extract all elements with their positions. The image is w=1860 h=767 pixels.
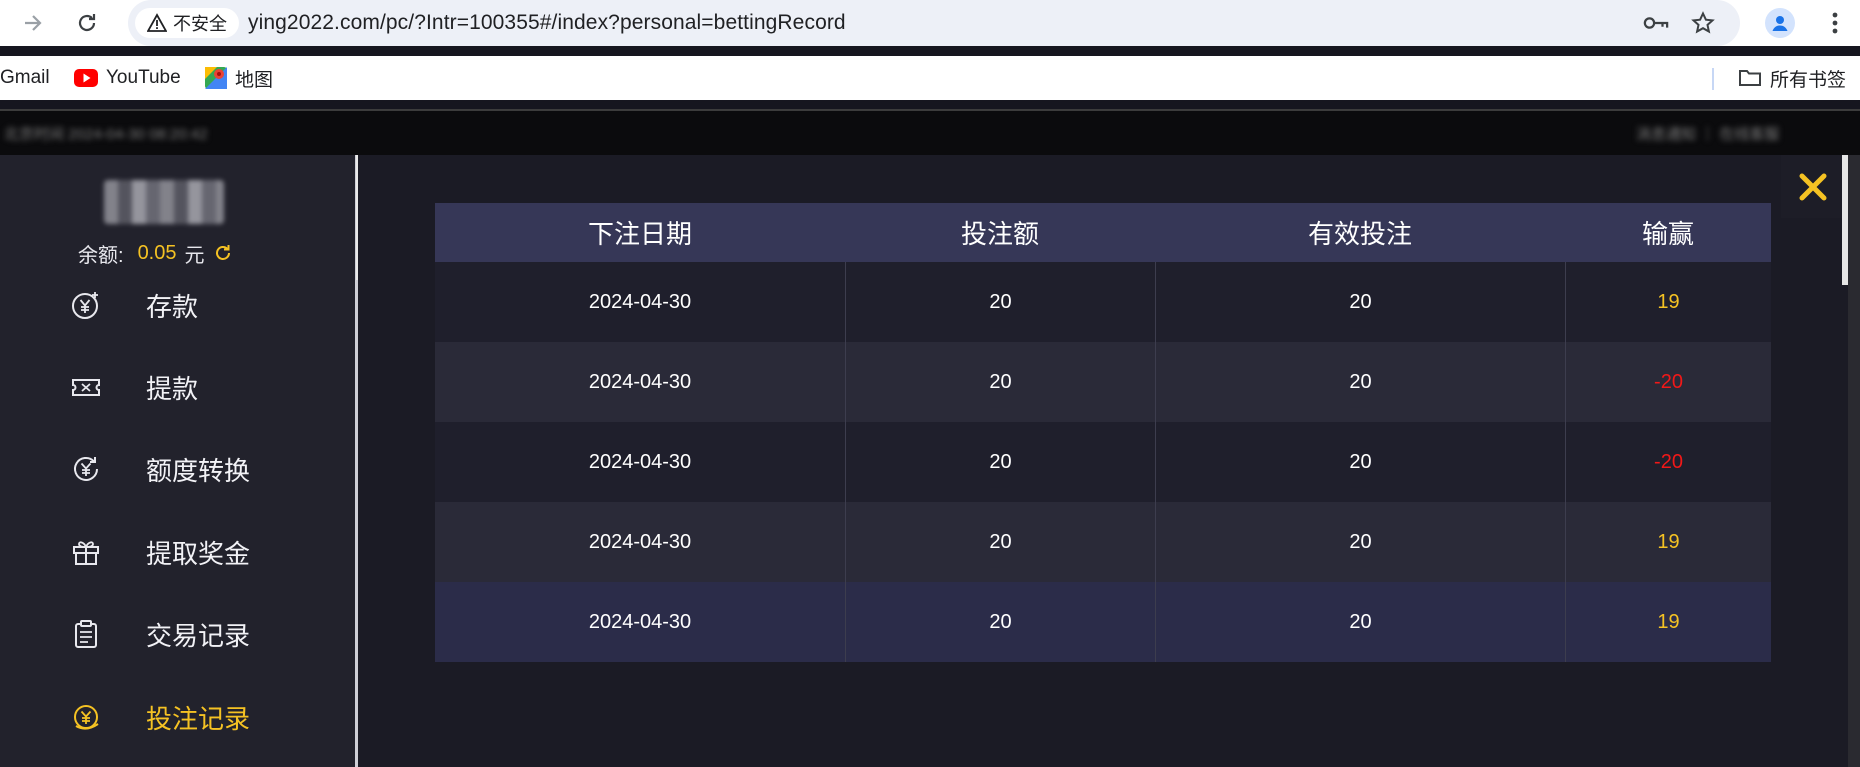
sidebar-item-label: 交易记录 — [146, 620, 251, 651]
maps-icon — [205, 67, 227, 89]
browser-toolbar: 不安全 ying2022.com/pc/?Intr=100355#/index?… — [0, 0, 1860, 46]
cell-valid: 20 — [1155, 342, 1565, 422]
cell-result: 19 — [1565, 262, 1771, 342]
cell-date: 2024-04-30 — [588, 450, 692, 473]
person-icon — [1772, 16, 1788, 31]
cell-stake: 20 — [845, 262, 1155, 342]
bookmarks-bar: Gmail YouTube 地图 所有书签 — [0, 56, 1860, 100]
column-header-result: 输赢 — [1641, 219, 1694, 249]
column-header-date: 下注日期 — [587, 219, 692, 249]
reload-button[interactable] — [72, 8, 102, 38]
cell-date: 2024-04-30 — [588, 370, 692, 393]
address-bar[interactable]: 不安全 ying2022.com/pc/?Intr=100355#/index?… — [128, 0, 1740, 46]
sidebar-item-transactions[interactable]: 交易记录 — [68, 611, 338, 657]
cell-date: 2024-04-30 — [588, 530, 692, 553]
table-row: 2024-04-30 20 20 -20 — [435, 422, 1771, 502]
bookmark-label: Gmail — [0, 67, 50, 88]
sidebar-item-label: 提取奖金 — [146, 538, 251, 569]
yen-coin-plus-icon — [68, 287, 104, 323]
more-vertical-icon — [1832, 12, 1838, 34]
balance-value: 0.05 — [137, 241, 177, 264]
warning-triangle-icon — [147, 13, 167, 32]
browser-menu-button[interactable] — [1822, 8, 1848, 38]
key-icon — [1643, 17, 1669, 29]
bookmark-star-button[interactable] — [1690, 10, 1716, 36]
cell-date: 2024-04-30 — [588, 610, 692, 633]
sidebar-item-deposit[interactable]: 存款 — [68, 282, 338, 328]
security-chip[interactable]: 不安全 — [135, 8, 239, 38]
bookmark-label: 地图 — [235, 69, 274, 91]
sidebar-item-transfer[interactable]: 额度转换 — [68, 446, 338, 492]
cell-result: -20 — [1565, 342, 1771, 422]
cell-valid: 20 — [1155, 502, 1565, 582]
folder-icon — [1739, 70, 1761, 86]
bookmarks-separator — [1712, 68, 1714, 90]
all-bookmarks-button[interactable]: 所有书签 — [1738, 62, 1846, 94]
cell-result: 19 — [1565, 502, 1771, 582]
sidebar-item-withdraw[interactable]: 提款 — [68, 364, 338, 410]
betting-record-icon — [68, 699, 104, 735]
sidebar-item-bonus[interactable]: 提取奖金 — [68, 529, 338, 575]
password-key-button[interactable] — [1643, 10, 1669, 36]
cell-stake: 20 — [845, 582, 1155, 662]
gift-icon — [68, 534, 104, 570]
column-header-valid: 有效投注 — [1307, 219, 1412, 249]
sidebar-item-label: 提款 — [146, 373, 199, 404]
close-icon — [1799, 173, 1826, 200]
youtube-icon — [74, 69, 98, 87]
cell-date: 2024-04-30 — [588, 290, 692, 313]
header-links-text: 消息通知 ｜ 在线客服 — [1636, 126, 1780, 143]
profile-avatar[interactable] — [1765, 8, 1795, 38]
sidebar-item-label: 存款 — [146, 291, 199, 322]
bookmark-gmail[interactable]: Gmail — [0, 62, 50, 94]
yen-exchange-icon — [68, 451, 104, 487]
balance-label: 余额: — [78, 244, 124, 267]
cell-stake: 20 — [845, 342, 1155, 422]
sidebar-item-label: 额度转换 — [146, 455, 251, 486]
table-row: 2024-04-30 20 20 -20 — [435, 342, 1771, 422]
bookmark-label: YouTube — [106, 67, 181, 88]
reload-icon — [78, 14, 96, 32]
username-blurred — [104, 180, 224, 224]
cell-result: -20 — [1565, 422, 1771, 502]
balance-row: 余额: 0.05 元 — [78, 240, 233, 267]
column-header-stake: 投注额 — [960, 219, 1039, 249]
header-time-text: 北京时间 2024-04-30 08:20:42 — [4, 126, 208, 143]
cell-stake: 20 — [845, 422, 1155, 502]
table-header: 下注日期 投注额 有效投注 输赢 — [435, 203, 1771, 262]
sidebar-item-betting-record[interactable]: 投注记录 — [68, 694, 338, 740]
betting-record-table: 下注日期 投注额 有效投注 输赢 2024-04-30 20 20 19 202… — [435, 203, 1771, 662]
url-text[interactable]: ying2022.com/pc/?Intr=100355#/index?pers… — [248, 0, 846, 46]
table-row: 2024-04-30 20 20 19 — [435, 582, 1771, 662]
refresh-balance-button[interactable] — [213, 243, 233, 263]
bookmark-maps[interactable]: 地图 — [205, 62, 273, 94]
site-header-strip: 北京时间 2024-04-30 08:20:42 消息通知 ｜ 在线客服 — [0, 111, 1860, 155]
ticket-icon — [68, 369, 104, 405]
cell-valid: 20 — [1155, 422, 1565, 502]
table-row: 2024-04-30 20 20 19 — [435, 262, 1771, 342]
cell-valid: 20 — [1155, 262, 1565, 342]
refresh-icon — [215, 245, 230, 260]
forward-button[interactable] — [18, 8, 48, 38]
cell-valid: 20 — [1155, 582, 1565, 662]
all-bookmarks-label: 所有书签 — [1770, 69, 1847, 91]
security-label: 不安全 — [173, 14, 227, 34]
page-edge — [1848, 155, 1860, 767]
clipboard-list-icon — [68, 616, 104, 652]
arrow-right-icon — [25, 15, 42, 31]
cell-stake: 20 — [845, 502, 1155, 582]
sidebar-item-label: 投注记录 — [146, 703, 251, 734]
star-icon — [1691, 11, 1715, 34]
bookmark-youtube[interactable]: YouTube — [74, 62, 181, 94]
table-row: 2024-04-30 20 20 19 — [435, 502, 1771, 582]
cell-result: 19 — [1565, 582, 1771, 662]
balance-unit: 元 — [184, 244, 205, 267]
close-modal-button[interactable] — [1781, 155, 1844, 218]
